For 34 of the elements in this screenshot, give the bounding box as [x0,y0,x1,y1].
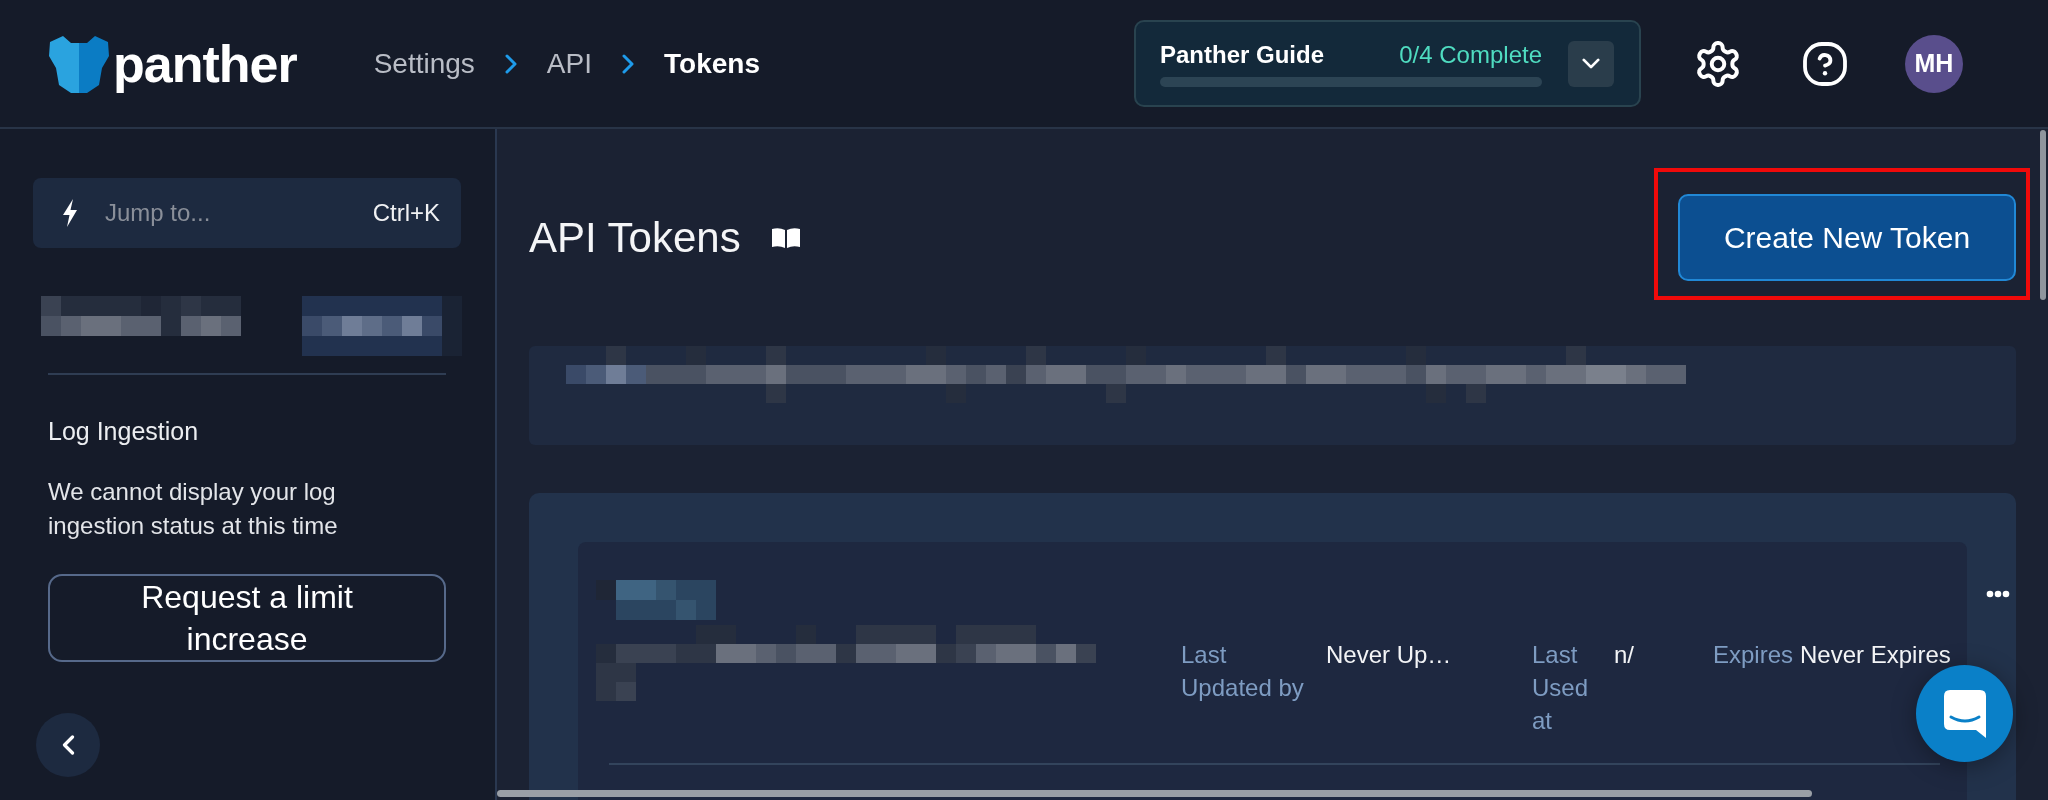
lightning-icon [62,199,78,227]
field-value: Never Up… [1326,640,1452,670]
scrollbar-thumb[interactable] [2040,130,2046,300]
more-icon[interactable] [1986,590,2010,598]
field-value: Never Expires [1800,640,1951,670]
section-title: Log Ingestion [48,417,200,445]
cat-head-icon[interactable] [48,34,110,93]
field-label: Expires [1713,640,1794,670]
chevron-right-icon [504,53,517,74]
guide-status: 0/4 Complete [1399,40,1542,69]
user-avatar[interactable]: MH [1905,34,1963,93]
create-token-button[interactable]: Create New Token [1678,194,2016,281]
breadcrumb-current: Tokens [664,46,760,81]
guide-title: Panther Guide [1160,40,1325,69]
field-value: n/ [1614,640,1634,670]
breadcrumb-link[interactable]: Settings [373,46,475,81]
logo-wordmark[interactable]: panther [113,33,297,94]
chevron-right-icon [622,53,634,74]
breadcrumb-link[interactable]: API [546,46,592,81]
dropdown-button[interactable] [1568,40,1614,87]
field-label: Last Used at [1532,640,1590,736]
page-title: API Tokens [529,212,741,263]
scrollbar-thumb[interactable] [497,790,1812,797]
chevron-left-icon [61,735,75,755]
book-icon[interactable] [770,226,801,249]
settings-icon[interactable] [1696,40,1740,87]
chevron-down-icon [1582,58,1600,69]
guide-panel[interactable]: Panther Guide 0/4 Complete [1134,20,1641,107]
help-icon[interactable] [1803,41,1847,86]
request-limit-button[interactable]: Request a limit increase [48,574,446,662]
status-message: We cannot display your log ingestion status at this time [48,477,339,541]
chat-bubble-icon [1943,689,1986,738]
keyboard-shortcut: Ctrl+K [372,199,440,227]
field-label: Last Updated by [1181,640,1305,703]
